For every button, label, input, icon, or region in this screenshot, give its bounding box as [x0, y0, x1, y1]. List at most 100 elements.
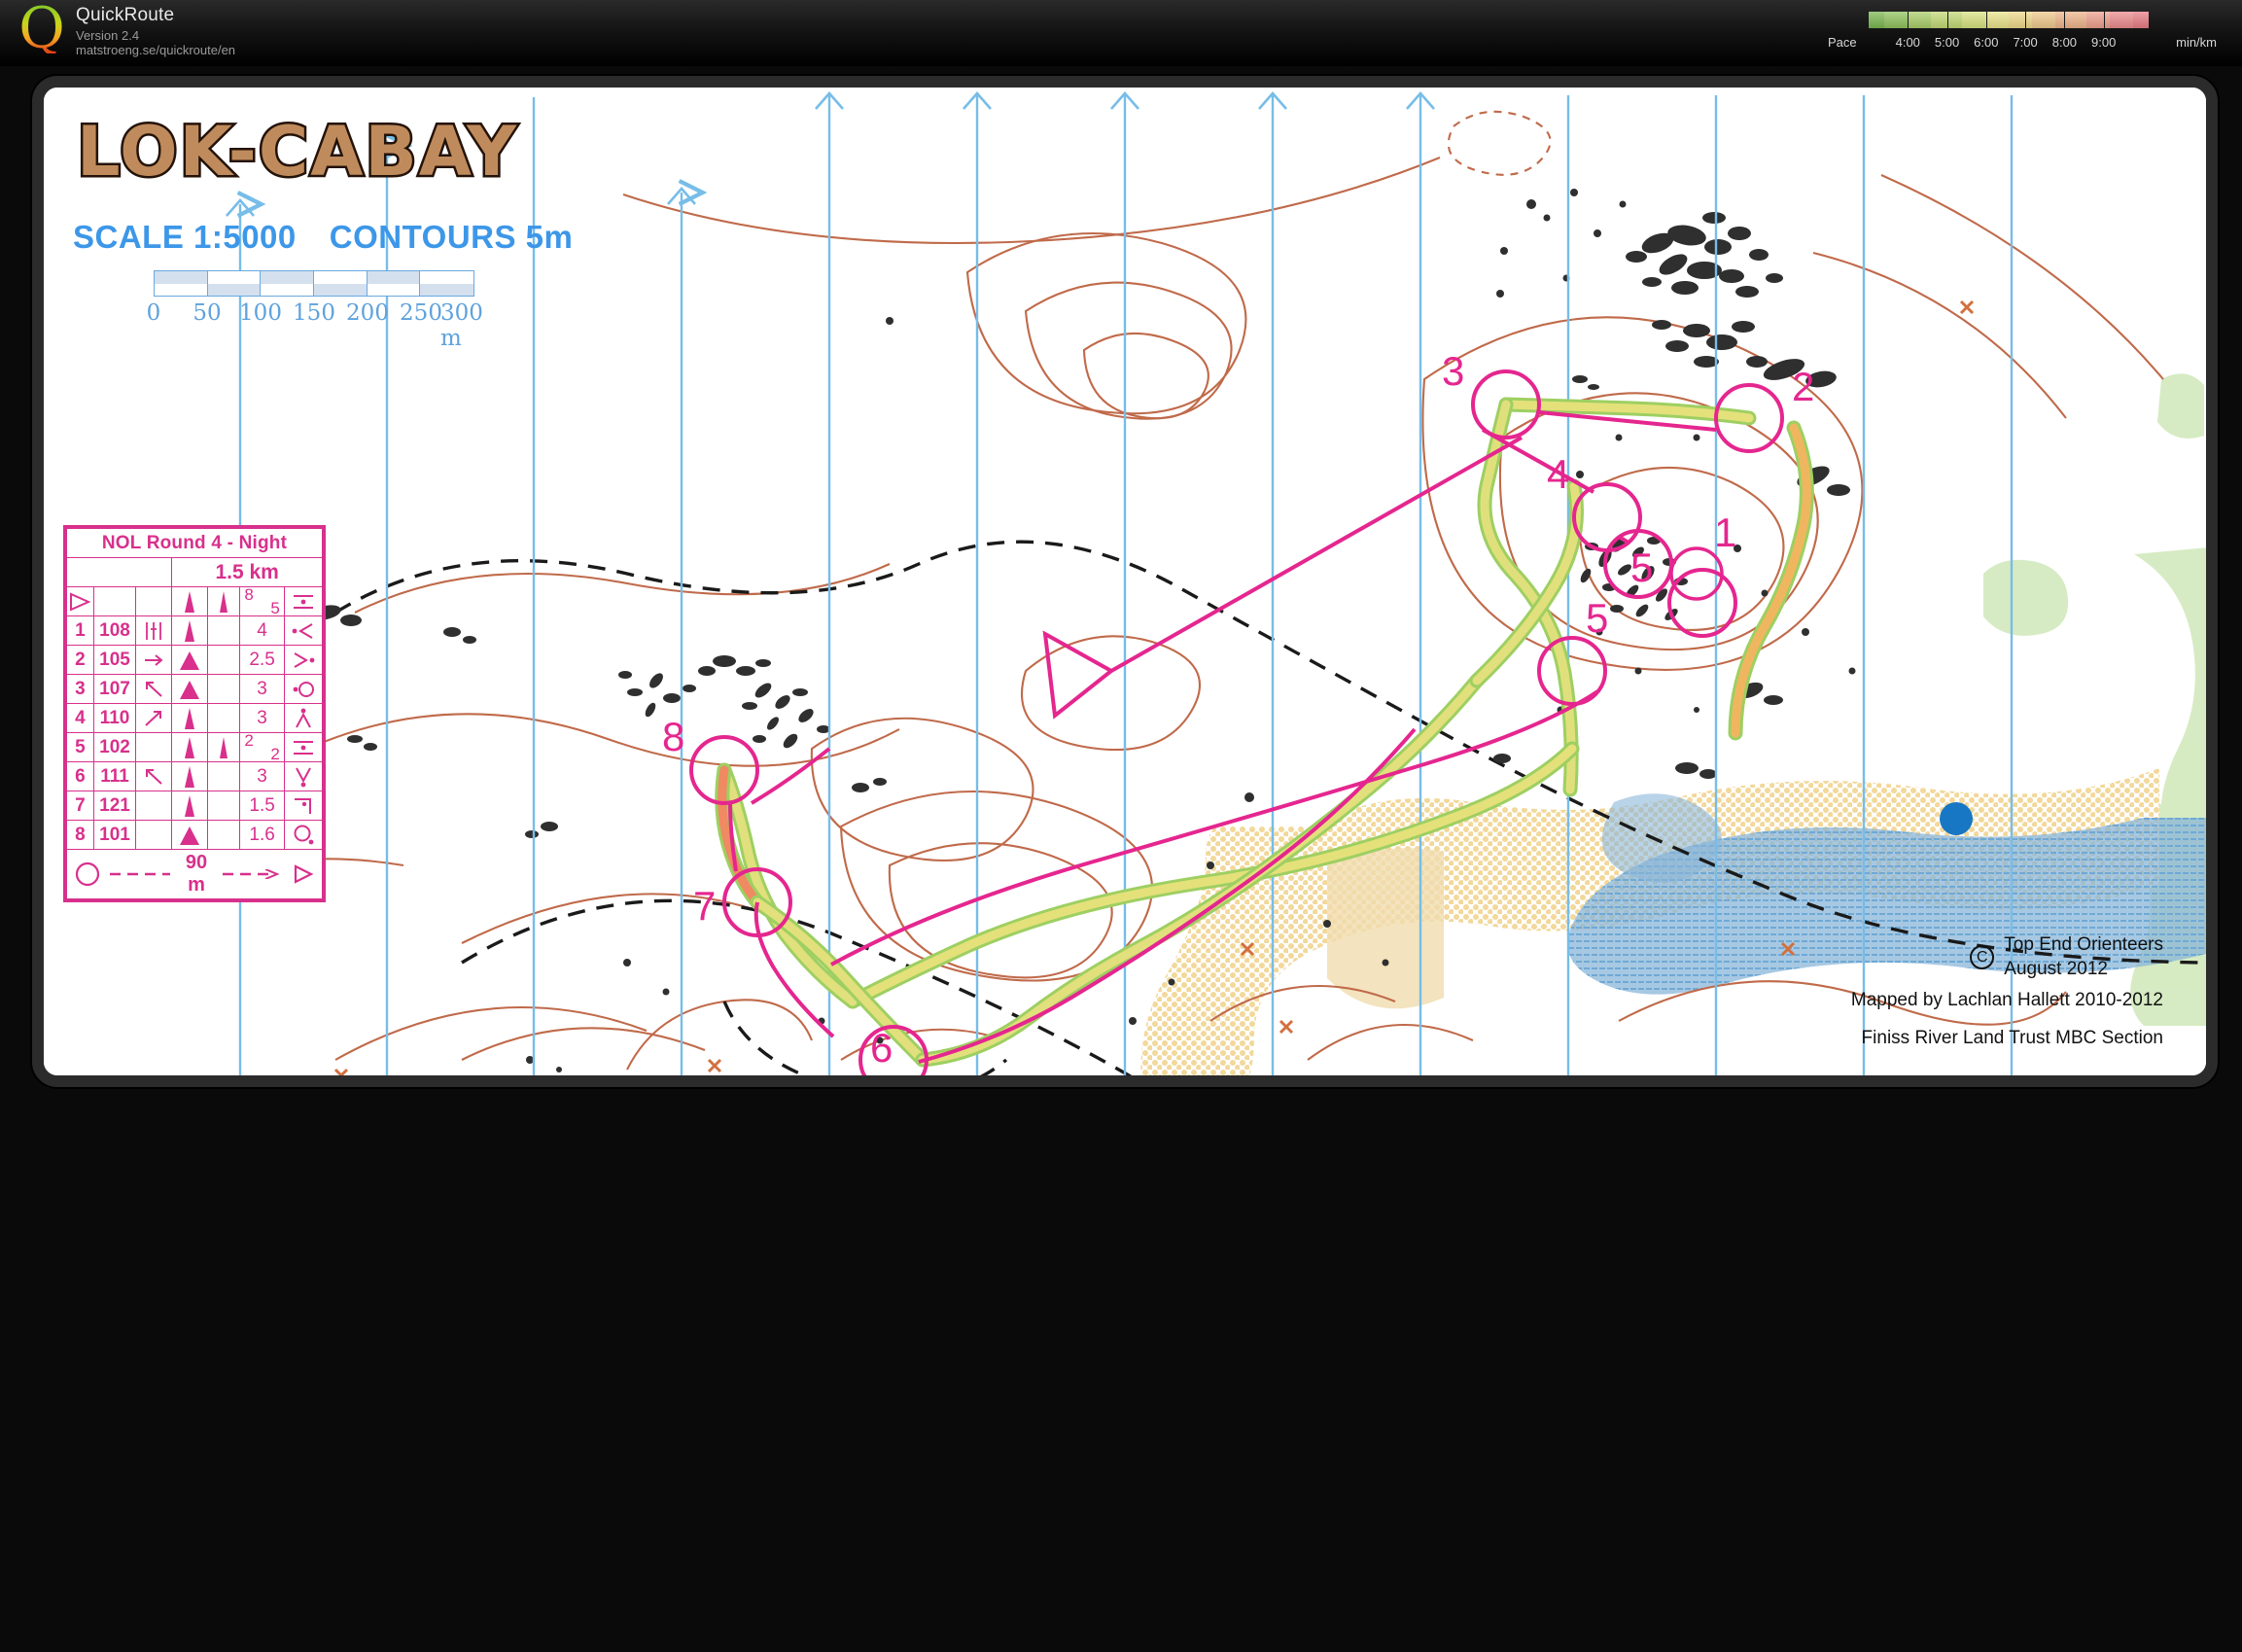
credit-date: August 2012	[2004, 959, 2108, 979]
feature-symbol-5b	[207, 732, 241, 762]
gps-position-marker[interactable]	[1940, 802, 1973, 835]
table-row: 4 110 3	[66, 703, 324, 733]
table-row: 7 121 1.5	[66, 791, 324, 821]
quickroute-q-logo-icon: Q	[14, 0, 70, 57]
orienteering-map[interactable]: 3 2 4 5 1 5 8 7 6	[44, 88, 2206, 1075]
pace-tick-label: 7:00	[2013, 35, 2038, 50]
other-symbol-7	[283, 791, 324, 821]
pace-tick	[1985, 12, 1987, 28]
which-symbol-6	[135, 761, 173, 791]
pace-scale-cell	[1939, 12, 1946, 28]
pace-scale-cell	[2071, 12, 2079, 28]
dimensions-5: 2 2	[239, 731, 285, 763]
credit-land: Finiss River Land Trust MBC Section	[1861, 1028, 2163, 1048]
control-label-8: 8	[662, 714, 684, 759]
pace-tick-label: 5:00	[1934, 35, 1960, 50]
pace-scale-cell	[2133, 12, 2141, 28]
other-symbol-8	[283, 820, 324, 850]
pace-scale-cell	[2009, 12, 2016, 28]
scalebar-tick-label: 250	[400, 300, 442, 326]
feature-symbol-7	[171, 791, 209, 821]
pace-tick-label: 9:00	[2091, 35, 2117, 50]
pace-tick-label: 4:00	[1895, 35, 1920, 50]
control-label-3: 3	[1442, 348, 1464, 394]
pace-scale-cell	[2118, 12, 2125, 28]
pace-scale-cell	[1892, 12, 1900, 28]
course-distance: 1.5 km	[171, 557, 323, 587]
pace-scale-cell	[2079, 12, 2086, 28]
pace-scale-cell	[2141, 12, 2149, 28]
pace-tick	[2025, 12, 2027, 28]
scalebar-blocks	[154, 270, 474, 297]
pace-scale-cell	[2048, 12, 2055, 28]
pace-legend-label: Pace	[1828, 35, 1857, 50]
pace-tick	[1908, 12, 1909, 28]
which-symbol-2	[135, 645, 173, 675]
table-row: 8 101 1.6	[66, 820, 324, 850]
pace-scale-cell	[1954, 12, 1962, 28]
pace-scale-cell	[1962, 12, 1970, 28]
scalebar-tick-label: 300 m	[440, 300, 483, 351]
pace-scale-cell	[1931, 12, 1939, 28]
app-titlebar: Q QuickRoute Version 2.4 matstroeng.se/q…	[0, 0, 2242, 66]
feature-symbol-1	[171, 615, 209, 646]
pace-scale-cell	[1970, 12, 1978, 28]
finish-route-row: 90 m	[73, 852, 316, 896]
finish-circle-icon	[75, 861, 100, 887]
app-version: Version 2.4	[76, 28, 140, 43]
pace-color-scale	[1869, 12, 2149, 28]
table-row-finish: 90 m	[66, 849, 323, 899]
pace-tick	[2103, 12, 2105, 28]
other-symbol-1	[283, 615, 324, 646]
pace-legend: Pace min/km 4:00 5:00 6:00 7:00 8:00 9:00	[1828, 6, 2217, 60]
pace-tick	[1946, 12, 1948, 28]
pace-tick-label: 8:00	[2051, 35, 2078, 50]
other-symbol-3	[283, 674, 324, 704]
feature-symbol-5a	[171, 732, 209, 762]
control-label-2: 2	[1792, 364, 1814, 409]
pace-scale-cell	[2040, 12, 2048, 28]
control-label-6: 6	[870, 1025, 893, 1071]
pace-scale-cell	[2125, 12, 2133, 28]
scalebar-tick-label: 0	[146, 300, 161, 326]
app-title: QuickRoute	[76, 5, 175, 25]
finish-distance: 90 m	[185, 852, 208, 896]
control-label-4: 4	[1547, 451, 1569, 497]
feature-symbol-3	[171, 674, 209, 704]
control-label-7: 7	[693, 883, 716, 929]
which-symbol-3	[135, 674, 173, 704]
pace-scale-cell	[2055, 12, 2063, 28]
pace-scale-cell	[2110, 12, 2118, 28]
table-row-header: 8 5	[66, 585, 324, 617]
control-label-5: 5	[1630, 545, 1653, 590]
control-descriptions-table: NOL Round 4 - Night 1.5 km 8 5 1 108 4 2…	[63, 525, 326, 902]
header-symbol-a	[171, 586, 209, 616]
start-symbol	[66, 586, 94, 616]
scalebar-tick-label: 50	[193, 300, 222, 326]
pace-legend-unit: min/km	[2176, 35, 2217, 50]
table-row: 3 107 3	[66, 674, 324, 704]
scalebar-tick-label: 200	[346, 300, 389, 326]
pace-scale-cell	[1884, 12, 1892, 28]
credit-owner: Top End Orienteers	[2004, 934, 2163, 955]
dashed-line-icon	[110, 872, 170, 876]
copyright-icon: C	[1970, 944, 1995, 969]
map-credits: C Top End Orienteers August 2012 Mapped …	[1851, 932, 2163, 1050]
feature-symbol-8	[171, 820, 209, 850]
pace-scale-cell	[1900, 12, 1908, 28]
other-symbol-2	[283, 645, 324, 675]
pace-scale-cell	[2094, 12, 2102, 28]
pace-scale-cell	[1869, 12, 1876, 28]
pace-tick	[2064, 12, 2066, 28]
feature-symbol-6	[171, 761, 209, 791]
map-viewport[interactable]: 3 2 4 5 1 5 8 7 6 LOK-CABAY SCALE 1:5000	[32, 76, 2218, 1087]
feature-symbol-4	[171, 703, 209, 733]
map-scalebar: 0 50 100 150 200 250 300 m	[147, 270, 543, 351]
which-symbol-4	[135, 703, 173, 733]
table-row: 2 105 2.5	[66, 645, 324, 675]
pace-scale-cell	[2032, 12, 2040, 28]
finish-triangle-icon	[294, 864, 314, 884]
pace-scale-cell	[1876, 12, 1884, 28]
header-dimensions: 8 5	[239, 585, 285, 617]
dashed-line-icon-2	[223, 869, 280, 879]
